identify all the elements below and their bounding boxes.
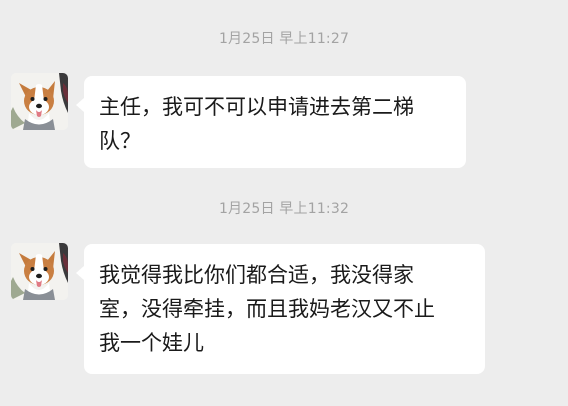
message-bubble[interactable]: 主任，我可不可以申请进去第二梯 队？ xyxy=(76,76,466,168)
message-text-line: 室，没得牵挂，而且我妈老汉又不止 xyxy=(99,297,435,321)
message-timestamp: 1月25日 早上11:27 xyxy=(218,31,350,47)
message-text-line: 主任，我可不可以申请进去第二梯 xyxy=(99,95,414,119)
corgi-dog-icon xyxy=(11,73,68,130)
sender-avatar[interactable] xyxy=(11,243,68,300)
message-text-line: 我觉得我比你们都合适，我没得家 xyxy=(99,263,414,287)
corgi-dog-icon xyxy=(11,243,68,300)
message-text-line: 我一个娃儿 xyxy=(99,331,204,355)
message-text-line: 队？ xyxy=(99,129,141,153)
message-bubble[interactable]: 我觉得我比你们都合适，我没得家 室，没得牵挂，而且我妈老汉又不止 我一个娃儿 xyxy=(76,244,485,374)
sender-avatar[interactable] xyxy=(11,73,68,130)
message-timestamp: 1月25日 早上11:32 xyxy=(218,201,350,217)
chat-message-list[interactable]: 1月25日 早上11:27 主任，我可不可以申请进去第二梯 队？ 1月25日 早… xyxy=(0,0,568,406)
